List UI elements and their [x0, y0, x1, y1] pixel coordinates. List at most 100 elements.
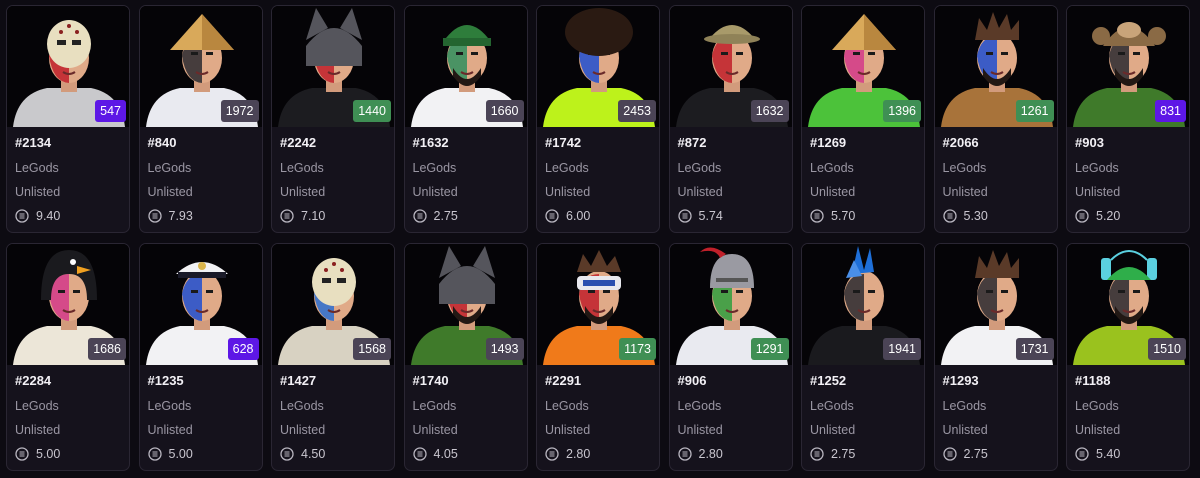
listing-status: Unlisted	[280, 423, 326, 437]
nft-image[interactable]: 2453	[537, 6, 659, 127]
nft-image[interactable]: 1261	[934, 6, 1057, 127]
price-value: 4.05	[433, 447, 458, 461]
price-row: 5.40	[1075, 442, 1181, 466]
listing-status: Unlisted	[545, 423, 591, 437]
solana-coin-icon	[545, 447, 559, 461]
nft-image[interactable]: 1731	[934, 244, 1057, 365]
nft-card[interactable]: 1173 #2291 LeGods Unlisted 2.80	[536, 243, 660, 471]
collection-name: LeGods	[677, 399, 722, 413]
solana-coin-icon	[810, 209, 824, 223]
rarity-rank-badge: 547	[95, 100, 126, 122]
price-row: 5.20	[1075, 204, 1181, 228]
price-value: 5.30	[963, 209, 988, 223]
nft-card[interactable]: 1440 #2242 LeGods Unlisted 7.10	[271, 5, 395, 233]
price-value: 5.40	[1096, 447, 1121, 461]
rarity-rank-badge: 1493	[485, 338, 524, 360]
nft-card[interactable]: 1493 #1740 LeGods Unlisted 4.05	[403, 243, 528, 471]
token-id: #1188	[1075, 373, 1111, 388]
token-id: #1235	[147, 373, 184, 388]
collection-name: LeGods	[1075, 161, 1119, 175]
price-value: 6.00	[566, 209, 591, 223]
token-id: #2284	[15, 373, 52, 388]
price-row: 2.80	[545, 442, 651, 466]
price-value: 5.70	[831, 209, 856, 223]
price-row: 5.00	[15, 442, 121, 466]
nft-card[interactable]: 1941 #1252 LeGods Unlisted 2.75	[801, 243, 925, 471]
nft-card[interactable]: 1972 #840 LeGods Unlisted 7.93	[138, 5, 263, 233]
nft-card[interactable]: 1291 #906 LeGods Unlisted 2.80	[668, 243, 793, 471]
nft-card[interactable]: 1568 #1427 LeGods Unlisted 4.50	[271, 243, 395, 471]
token-id: #2242	[280, 135, 317, 150]
nft-card[interactable]: 1731 #1293 LeGods Unlisted 2.75	[933, 243, 1058, 471]
nft-image[interactable]: 628	[139, 244, 262, 365]
price-row: 5.30	[942, 204, 1049, 228]
nft-card[interactable]: 1396 #1269 LeGods Unlisted 5.70	[801, 5, 925, 233]
solana-coin-icon	[147, 447, 162, 461]
collection-name: LeGods	[545, 161, 589, 175]
price-value: 2.75	[433, 209, 458, 223]
solana-coin-icon	[677, 209, 692, 223]
nft-image[interactable]: 1941	[802, 244, 924, 365]
nft-image[interactable]: 1291	[669, 244, 792, 365]
rarity-rank-badge: 1510	[1148, 338, 1186, 360]
rarity-rank-badge: 1660	[485, 100, 524, 122]
price-row: 2.75	[412, 204, 519, 228]
rarity-rank-badge: 2453	[618, 100, 656, 122]
nft-image[interactable]: 1440	[272, 6, 394, 127]
rarity-rank-badge: 1440	[353, 100, 391, 122]
rarity-rank-badge: 1632	[750, 100, 789, 122]
solana-coin-icon	[280, 447, 294, 461]
solana-coin-icon	[810, 447, 824, 461]
nft-image[interactable]: 1493	[404, 244, 527, 365]
price-row: 2.75	[942, 442, 1049, 466]
token-id: #2291	[545, 373, 582, 388]
nft-card[interactable]: 628 #1235 LeGods Unlisted 5.00	[138, 243, 263, 471]
rarity-rank-badge: 1396	[883, 100, 921, 122]
nft-image[interactable]: 1686	[7, 244, 129, 365]
price-value: 2.80	[698, 447, 723, 461]
nft-card[interactable]: 1660 #1632 LeGods Unlisted 2.75	[403, 5, 528, 233]
nft-card[interactable]: 1686 #2284 LeGods Unlisted 5.00	[6, 243, 130, 471]
listing-status: Unlisted	[677, 185, 723, 199]
nft-image[interactable]: 1660	[404, 6, 527, 127]
nft-image[interactable]: 547	[7, 6, 129, 127]
price-value: 9.40	[36, 209, 61, 223]
nft-image[interactable]: 1568	[272, 244, 394, 365]
price-row: 7.93	[147, 204, 254, 228]
listing-status: Unlisted	[412, 423, 458, 437]
token-id: #903	[1075, 135, 1104, 150]
nft-card[interactable]: 2453 #1742 LeGods Unlisted 6.00	[536, 5, 660, 233]
collection-name: LeGods	[545, 399, 589, 413]
rarity-rank-badge: 1731	[1015, 338, 1054, 360]
nft-image[interactable]: 1632	[669, 6, 792, 127]
collection-name: LeGods	[677, 161, 722, 175]
nft-card[interactable]: 831 #903 LeGods Unlisted 5.20	[1066, 5, 1190, 233]
token-id: #840	[147, 135, 177, 150]
token-id: #2134	[15, 135, 52, 150]
price-value: 5.20	[1096, 209, 1121, 223]
listing-status: Unlisted	[942, 185, 988, 199]
nft-image[interactable]: 1510	[1067, 244, 1189, 365]
nft-card[interactable]: 1510 #1188 LeGods Unlisted 5.40	[1066, 243, 1190, 471]
collection-name: LeGods	[942, 161, 987, 175]
token-id: #1740	[412, 373, 449, 388]
nft-image[interactable]: 1972	[139, 6, 262, 127]
token-id: #906	[677, 373, 707, 388]
price-value: 7.93	[168, 209, 193, 223]
listing-status: Unlisted	[810, 423, 856, 437]
nft-card[interactable]: 1632 #872 LeGods Unlisted 5.74	[668, 5, 793, 233]
nft-card[interactable]: 1261 #2066 LeGods Unlisted 5.30	[933, 5, 1058, 233]
solana-coin-icon	[1075, 447, 1089, 461]
listing-status: Unlisted	[942, 423, 988, 437]
token-id: #1252	[810, 373, 847, 388]
listing-status: Unlisted	[280, 185, 326, 199]
token-id: #2066	[942, 135, 979, 150]
rarity-rank-badge: 1173	[619, 338, 656, 360]
collection-name: LeGods	[15, 161, 59, 175]
nft-image[interactable]: 1173	[537, 244, 659, 365]
nft-card[interactable]: 547 #2134 LeGods Unlisted 9.40	[6, 5, 130, 233]
price-value: 2.80	[566, 447, 591, 461]
nft-image[interactable]: 831	[1067, 6, 1189, 127]
price-value: 7.10	[301, 209, 326, 223]
nft-image[interactable]: 1396	[802, 6, 924, 127]
